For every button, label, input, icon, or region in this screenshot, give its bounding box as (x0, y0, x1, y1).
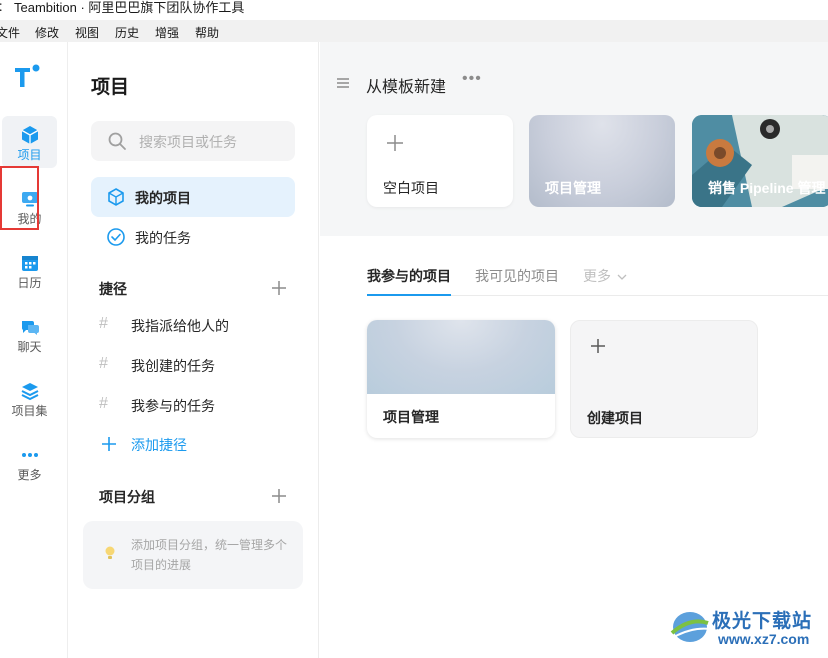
chevron-down-icon (617, 274, 627, 281)
search-icon (108, 132, 126, 150)
nav-label: 我的项目 (135, 190, 191, 206)
app-rail: 项目 我的 日历 聊天 项目集 更多 (0, 42, 68, 658)
add-shortcut-plus-icon[interactable] (270, 279, 288, 297)
plus-icon (102, 437, 116, 451)
add-shortcut-link[interactable]: 添加捷径 (99, 434, 289, 456)
rail-label-more: 更多 (17, 468, 42, 482)
rail-item-more[interactable]: 更多 (2, 436, 57, 488)
sidebar-title: 项目 (91, 77, 130, 98)
menu-enhance[interactable]: 增强 (155, 24, 179, 41)
watermark-brand: 极光下载站 (712, 611, 813, 632)
group-hint-text: 添加项目分组，统一管理多个项目的进展 (131, 538, 288, 572)
watermark-logo-icon (670, 612, 711, 642)
project-cover (367, 320, 555, 394)
project-set-icon (21, 383, 38, 401)
shortcut-item[interactable]: # 我创建的任务 (99, 355, 289, 377)
rail-item-project[interactable]: 项目 (2, 116, 57, 168)
rail-label-calendar: 日历 (17, 276, 42, 290)
template-card-label: 销售 Pipeline 管理 (708, 180, 826, 196)
nav-my-tasks[interactable]: 我的任务 (91, 217, 295, 257)
mine-icon (21, 192, 38, 207)
main-content: 从模板新建 ••• 空白项目 项目管理 销售 Pipeline 管理 我参与的项… (320, 42, 828, 658)
menubar: 文件 修改 视图 历史 增强 帮助 (0, 20, 828, 42)
rail-label-project: 项目 (17, 148, 42, 162)
template-title: 从模板新建 (366, 79, 447, 96)
tab-participating[interactable]: 我参与的项目 (367, 266, 451, 296)
template-card-label: 空白项目 (383, 180, 439, 196)
rail-label-mine: 我的 (17, 212, 42, 226)
rail-item-project-set[interactable]: 项目集 (2, 372, 57, 424)
template-card-blank[interactable]: 空白项目 (367, 115, 513, 207)
rail-item-chat[interactable]: 聊天 (2, 308, 57, 360)
menu-view[interactable]: 视图 (75, 24, 99, 41)
hash-icon: # (99, 315, 108, 332)
create-project-label: 创建项目 (587, 410, 643, 426)
add-shortcut-label: 添加捷径 (131, 437, 187, 453)
menu-help[interactable]: 帮助 (195, 24, 219, 41)
project-sidebar: 项目 搜索项目或任务 我的项目 我的任务 捷径 # 我指派给他人的 # 我创建的… (69, 42, 319, 658)
watermark-url: www.xz7.com (718, 631, 810, 647)
hash-icon: # (99, 355, 108, 372)
template-card-sales-pipeline[interactable]: 销售 Pipeline 管理 (692, 115, 828, 207)
nav-label: 我的任务 (135, 230, 191, 246)
menu-history[interactable]: 历史 (115, 24, 139, 41)
project-tabs: 我参与的项目 我可见的项目 更多 (367, 266, 828, 296)
template-card-label: 项目管理 (545, 180, 601, 196)
check-circle-icon (107, 228, 125, 246)
plus-icon (387, 135, 403, 151)
menu-edit[interactable]: 修改 (35, 24, 59, 41)
app-logo-icon: t (0, 0, 2, 14)
rail-item-calendar[interactable]: 日历 (2, 244, 57, 296)
rail-item-mine[interactable]: 我的 (2, 180, 57, 232)
add-group-plus-icon[interactable] (270, 487, 288, 505)
window-titlebar: t Teambition · 阿里巴巴旗下团队协作工具 (0, 0, 828, 18)
shortcut-label: 我参与的任务 (131, 398, 215, 414)
calendar-icon (21, 256, 38, 271)
template-card-project-management[interactable]: 项目管理 (529, 115, 675, 207)
shortcut-item[interactable]: # 我指派给他人的 (99, 315, 289, 337)
watermark: 极光下载站 www.xz7.com (668, 601, 828, 658)
window-title: Teambition · 阿里巴巴旗下团队协作工具 (14, 0, 245, 15)
shortcut-label: 我指派给他人的 (131, 318, 229, 334)
project-card[interactable]: 项目管理 (367, 320, 555, 438)
hash-icon: # (99, 395, 108, 412)
shortcut-label: 我创建的任务 (131, 358, 215, 374)
lightbulb-icon (105, 546, 115, 559)
shortcuts-heading: 捷径 (99, 281, 127, 297)
nav-my-projects[interactable]: 我的项目 (91, 177, 295, 217)
more-icon (21, 453, 38, 457)
tab-visible[interactable]: 我可见的项目 (475, 266, 559, 296)
hamburger-icon[interactable] (336, 76, 350, 90)
teambition-logo-icon[interactable] (13, 62, 41, 90)
project-group-hint: 添加项目分组，统一管理多个项目的进展 (83, 521, 303, 589)
rail-label-chat: 聊天 (17, 340, 42, 354)
project-card-title: 项目管理 (383, 409, 439, 425)
menu-file[interactable]: 文件 (0, 24, 20, 41)
chat-icon (21, 321, 39, 335)
shortcut-item[interactable]: # 我参与的任务 (99, 395, 289, 417)
tab-more-label: 更多 (583, 268, 611, 284)
template-more-icon[interactable]: ••• (462, 70, 482, 88)
create-project-card[interactable]: 创建项目 (570, 320, 758, 438)
plus-icon (591, 339, 605, 353)
cube-icon (108, 188, 124, 206)
project-groups-heading: 项目分组 (99, 489, 155, 505)
project-icon (21, 126, 38, 144)
rail-label-project-set: 项目集 (11, 404, 48, 418)
template-section: 从模板新建 ••• 空白项目 项目管理 销售 Pipeline 管理 (320, 42, 828, 236)
search-placeholder: 搜索项目或任务 (139, 134, 237, 150)
search-input[interactable]: 搜索项目或任务 (91, 121, 295, 161)
tab-more[interactable]: 更多 (583, 266, 627, 296)
